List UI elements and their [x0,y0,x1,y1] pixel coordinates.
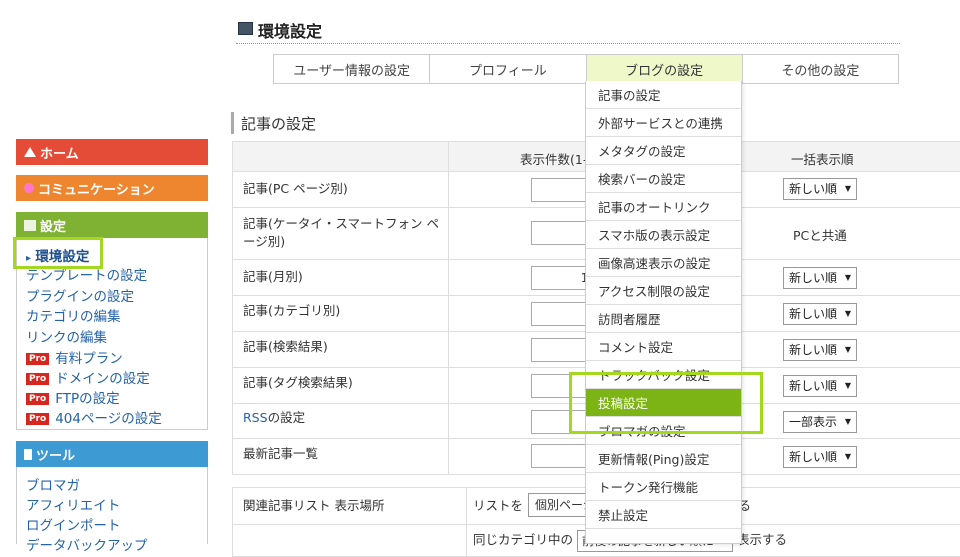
menu-item-article-settings[interactable]: 記事の設定 [586,81,741,109]
related-label: 関連記事リスト 表示場所 [243,498,385,513]
row-label: 記事(ケータイ・スマートフォン ページ別) [243,216,439,249]
pro-badge: Pro [26,373,50,385]
sidebar-item-label: FTPの設定 [55,391,120,407]
header-count: 表示件数(1- [520,152,588,167]
menu-item-visitor-history[interactable]: 訪問者履歴 [586,305,741,333]
sort-shared-text: PCと共通 [793,228,847,243]
row-label-rest: の設定 [267,410,306,425]
row-label: RSSの設定 [243,409,305,427]
sidebar-settings-label: 設定 [40,219,67,235]
sort-select[interactable]: 新しい順 [783,375,857,397]
pro-badge: Pro [26,353,50,365]
sidebar-item-404[interactable]: Pro 404ページの設定 [26,407,162,427]
menu-item-token[interactable]: トークン発行機能 [586,473,741,501]
menu-item-image-speed[interactable]: 画像高速表示の設定 [586,249,741,277]
row-label: 最新記事一覧 [243,446,319,461]
home-icon [24,147,36,157]
sidebar-communication[interactable]: コミュニケーション [16,175,208,201]
menu-item-prohibited[interactable]: 禁止設定 [586,501,741,529]
sort-select[interactable]: 新しい順 [783,267,857,289]
menu-item-ping[interactable]: 更新情報(Ping)設定 [586,445,741,473]
sidebar-item-affiliate[interactable]: アフィリエイト [26,494,120,514]
tools-icon [24,448,32,460]
monitor-icon [238,22,253,35]
sidebar-item-backup[interactable]: データバックアップ [26,534,148,554]
section-title-bar [231,112,234,134]
sidebar-item-label: 有料プラン [55,351,123,367]
people-icon [24,183,34,193]
sort-select[interactable]: 新しい順 [783,339,857,361]
related-text-display: 表示する [737,532,788,547]
section-title: 記事の設定 [241,115,317,133]
sidebar-tools-list: ブロマガ アフィリエイト ログインポート データバックアップ [16,467,208,554]
tab-blog-settings[interactable]: ブログの設定 [586,55,743,83]
sidebar-item-log-import[interactable]: ログインポート [26,514,121,534]
page-title-area: 環境設定 [236,14,900,44]
row-label: 記事(タグ検索結果) [243,375,353,390]
sidebar-item-ftp[interactable]: Pro FTPの設定 [26,387,120,407]
menu-item-comment[interactable]: コメント設定 [586,333,741,361]
page-title: 環境設定 [258,22,323,41]
sidebar-item-domain[interactable]: Pro ドメインの設定 [26,367,150,387]
sidebar-item-label: ドメインの設定 [55,371,150,387]
menu-item-search-bar[interactable]: 検索バーの設定 [586,165,741,193]
sidebar-item-links[interactable]: リンクの編集 [26,326,107,346]
row-label: 記事(月別) [243,269,303,284]
tab-profile[interactable]: プロフィール [430,55,587,83]
menu-item-smartphone-display[interactable]: スマホ版の表示設定 [586,221,741,249]
sort-select[interactable]: 新しい順 [783,446,857,468]
sidebar-tools-label: ツール [36,448,76,464]
menu-item-highlight [569,372,763,434]
menu-item-access-restriction[interactable]: アクセス制限の設定 [586,277,741,305]
menu-item-external-services[interactable]: 外部サービスとの連携 [586,109,741,137]
rss-link[interactable]: RSS [243,410,268,425]
blog-settings-dropdown: 記事の設定 外部サービスとの連携 メタタグの設定 検索バーの設定 記事のオートリ… [585,81,742,544]
sidebar-settings[interactable]: 設定 [16,212,208,238]
sort-select[interactable]: 新しい順 [783,178,857,200]
monitor-icon [24,219,36,231]
menu-item-autolink[interactable]: 記事のオートリンク [586,193,741,221]
sidebar-item-paid-plan[interactable]: Pro 有料プラン [26,347,123,367]
tab-other-settings[interactable]: その他の設定 [743,55,898,83]
sidebar-home-label: ホーム [40,146,79,162]
sidebar-home[interactable]: ホーム [16,139,208,165]
row-label: 記事(PC ページ別) [243,181,348,196]
sort-select[interactable]: 一部表示 [783,411,857,433]
related-text-same-category: 同じカテゴリ中の [473,532,574,547]
current-item-highlight [13,237,103,269]
tab-user-info[interactable]: ユーザー情報の設定 [274,55,431,83]
row-label: 記事(カテゴリ別) [243,303,341,318]
sidebar-item-label: 404ページの設定 [55,411,162,427]
header-sort: 一括表示順 [791,152,854,167]
sort-select[interactable]: 新しい順 [783,303,857,325]
sidebar-item-bromaga[interactable]: ブロマガ [26,474,80,494]
row-label: 記事(検索結果) [243,339,328,354]
sidebar-communication-label: コミュニケーション [38,182,155,198]
sidebar-item-plugin[interactable]: プラグインの設定 [26,285,134,305]
pro-badge: Pro [26,393,50,405]
related-text-list: リストを [473,498,524,513]
sidebar-item-category[interactable]: カテゴリの編集 [26,305,121,325]
pro-badge: Pro [26,413,50,425]
settings-tabs: ユーザー情報の設定 プロフィール ブログの設定 その他の設定 [273,54,899,84]
menu-item-meta-tags[interactable]: メタタグの設定 [586,137,741,165]
sidebar-tools[interactable]: ツール [16,441,208,467]
